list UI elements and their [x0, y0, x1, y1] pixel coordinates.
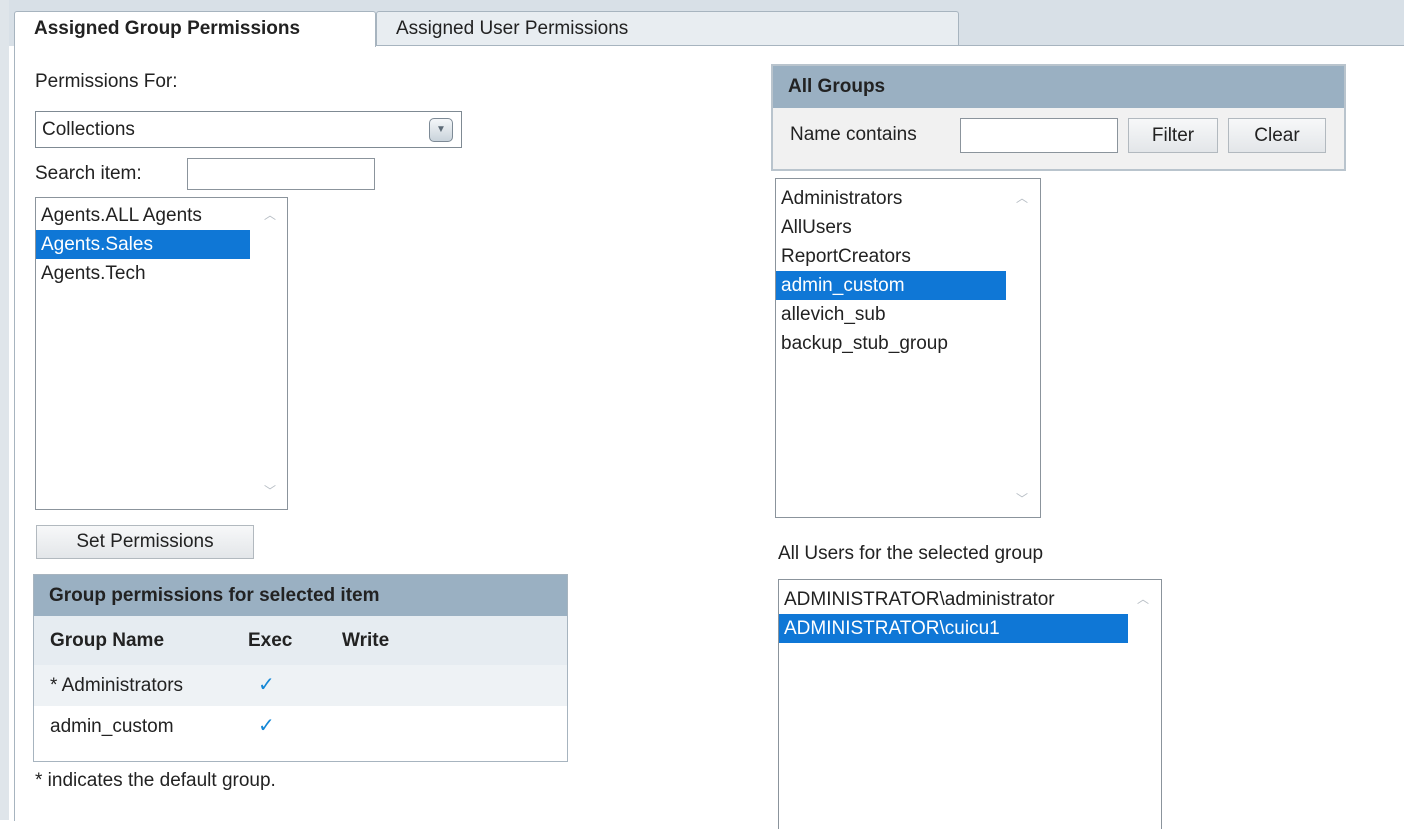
checkmark-icon: ✓	[258, 674, 275, 696]
scroll-up-icon[interactable]: ︿	[1013, 189, 1031, 206]
users-listbox[interactable]: ADMINISTRATOR\administrator ADMINISTRATO…	[778, 579, 1162, 829]
groups-listbox[interactable]: Administrators AllUsers ReportCreators a…	[775, 178, 1041, 518]
permissions-for-value: Collections	[42, 119, 135, 140]
filter-button[interactable]: Filter	[1128, 118, 1218, 153]
list-item[interactable]: backup_stub_group	[776, 329, 1040, 358]
permissions-for-label: Permissions For:	[35, 71, 178, 92]
name-contains-input[interactable]	[960, 118, 1118, 153]
table-row: admin_custom ✓	[34, 706, 567, 747]
all-groups-filter-bar: Name contains Filter Clear	[773, 108, 1344, 169]
scroll-down-icon[interactable]: ﹀	[261, 482, 279, 499]
table-header-row: Group Name Exec Write	[34, 616, 567, 665]
list-item-selected[interactable]: admin_custom	[776, 271, 1006, 300]
checkmark-icon: ✓	[258, 715, 275, 737]
list-item[interactable]: ReportCreators	[776, 242, 1040, 271]
table-row: * Administrators ✓	[34, 665, 567, 706]
permissions-for-select[interactable]: Collections ▼	[35, 111, 462, 148]
all-groups-panel: All Groups Name contains Filter Clear	[771, 64, 1346, 171]
users-list-label: All Users for the selected group	[778, 543, 1044, 564]
scroll-up-icon[interactable]: ︿	[1134, 590, 1152, 607]
search-item-input[interactable]	[187, 158, 375, 190]
items-listbox[interactable]: Agents.ALL Agents Agents.Sales Agents.Te…	[35, 197, 288, 510]
tab-assigned-user-permissions[interactable]: Assigned User Permissions	[376, 11, 959, 45]
all-groups-title: All Groups	[773, 66, 1344, 108]
column-header-write: Write	[342, 630, 390, 651]
list-item[interactable]: allevich_sub	[776, 300, 1040, 329]
list-item-selected[interactable]: ADMINISTRATOR\cuicu1	[779, 614, 1128, 643]
default-group-footnote: * indicates the default group.	[35, 770, 276, 791]
scroll-up-icon[interactable]: ︿	[261, 206, 279, 223]
search-item-label: Search item:	[35, 163, 142, 184]
clear-button[interactable]: Clear	[1228, 118, 1326, 153]
set-permissions-button[interactable]: Set Permissions	[36, 525, 254, 559]
group-name-cell: * Administrators	[50, 675, 184, 696]
list-item[interactable]: Administrators	[776, 184, 1040, 213]
name-contains-label: Name contains	[790, 124, 917, 145]
frame-left-edge	[0, 0, 9, 820]
group-name-cell: admin_custom	[50, 716, 174, 737]
list-item[interactable]: Agents.ALL Agents	[36, 201, 287, 230]
list-item[interactable]: ADMINISTRATOR\administrator	[779, 585, 1161, 614]
scroll-down-icon[interactable]: ﹀	[1013, 490, 1031, 507]
group-permissions-panel: Group permissions for selected item Grou…	[33, 574, 568, 762]
group-permissions-title: Group permissions for selected item	[34, 575, 567, 616]
tab-assigned-group-permissions[interactable]: Assigned Group Permissions	[14, 11, 376, 47]
list-item[interactable]: Agents.Tech	[36, 259, 287, 288]
list-item-selected[interactable]: Agents.Sales	[36, 230, 250, 259]
list-item[interactable]: AllUsers	[776, 213, 1040, 242]
chevron-down-icon[interactable]: ▼	[429, 118, 453, 142]
column-header-exec: Exec	[248, 630, 293, 651]
column-header-group-name: Group Name	[50, 630, 165, 651]
